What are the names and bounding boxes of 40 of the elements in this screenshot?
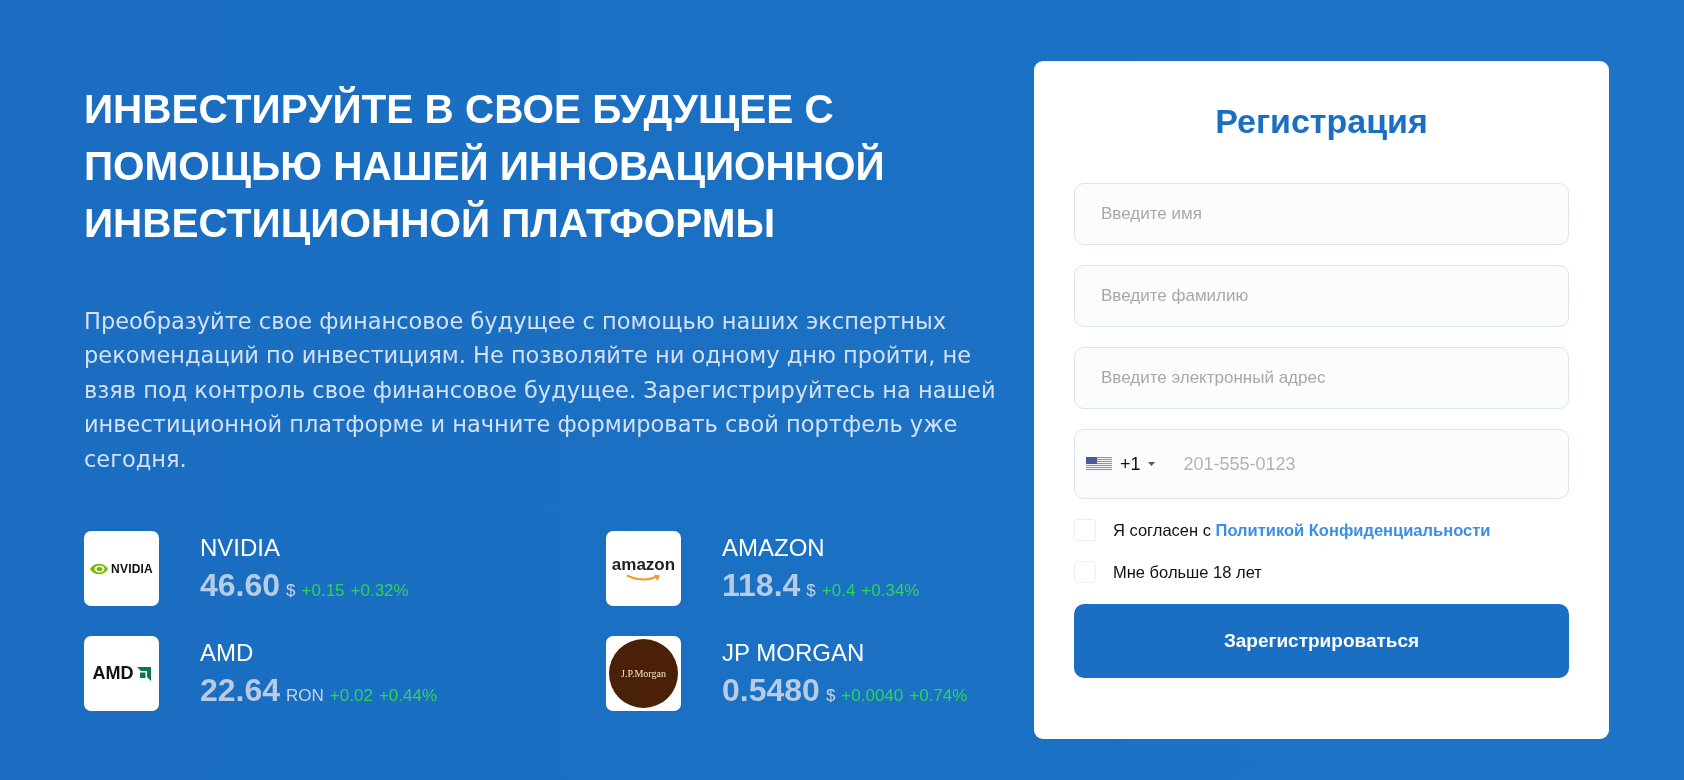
currency: $ <box>806 581 816 602</box>
stock-name: JP MORGAN <box>722 638 866 668</box>
logo-seal: J.P.Morgan <box>609 639 678 709</box>
logo-wordmark: NVIDIA <box>111 561 153 576</box>
country-code-select[interactable]: +1 <box>1086 453 1155 475</box>
stock-name: NVIDIA <box>200 533 281 563</box>
price-change: +0.0040 <box>841 686 904 707</box>
input-field[interactable]: Введите фамилию <box>1074 265 1569 327</box>
flag-icon <box>1086 457 1112 471</box>
checkbox-label: Мне больше 18 лет <box>1113 562 1262 582</box>
logo-wordmark: AMD <box>92 663 134 685</box>
form-title: Регистрация <box>1214 101 1429 142</box>
stock-price: 22.64 <box>200 671 281 710</box>
currency: $ <box>825 686 836 707</box>
input-field[interactable]: Введите имя <box>1074 183 1569 245</box>
price-change: +0.15 <box>301 581 345 602</box>
percent-change: +0.74% <box>909 686 968 707</box>
smile-arrow-icon <box>625 573 662 582</box>
hero-heading: ИНВЕСТИРУЙТЕ В СВОЕ БУДУЩЕЕ С ПОМОЩЬЮ НАШЕЙ ИННОВАЦИОННОЙ ИНВЕСТИЦИОННОЙ ПЛАТФОРМЫ <box>84 85 886 248</box>
logo-wordmark: amazon <box>611 555 676 574</box>
eye-icon <box>90 562 109 575</box>
phone-field[interactable]: +1 201-555-0123 <box>1074 429 1569 499</box>
currency: RON <box>286 686 324 707</box>
percent-change: +0.44% <box>378 686 437 707</box>
checkbox-label: Я согласен с Политикой Конфиденциальности <box>1113 520 1491 540</box>
stock-name: AMD <box>200 638 255 668</box>
corner-arrow-icon <box>136 666 151 681</box>
input-field[interactable]: Введите электронный адрес <box>1074 347 1569 409</box>
stock-price: 118.4 <box>722 566 801 605</box>
stock-name: AMAZON <box>722 533 826 563</box>
register-button[interactable]: Зарегистрироваться <box>1074 604 1569 678</box>
stock-price: 46.60 <box>200 566 281 605</box>
percent-change: +0.34% <box>861 581 920 602</box>
price-change: +0.4 <box>821 581 856 602</box>
stock-price: 0.5480 <box>722 671 820 710</box>
caret-icon <box>1147 462 1155 466</box>
currency: $ <box>286 581 296 602</box>
percent-change: +0.32% <box>350 581 409 602</box>
hero-description: Преобразуйте свое финансовое будущее с помощью наших экспертных рекомендаций по инвестициям. Не позволяйте ни одному дню пройти, не взяв под контроль свое финансовое будущее. Зарегистрируйтесь на нашей инвестиционной платформе и начните формировать свой портфель уже сегодня. <box>84 307 997 474</box>
price-change: +0.02 <box>329 686 373 707</box>
